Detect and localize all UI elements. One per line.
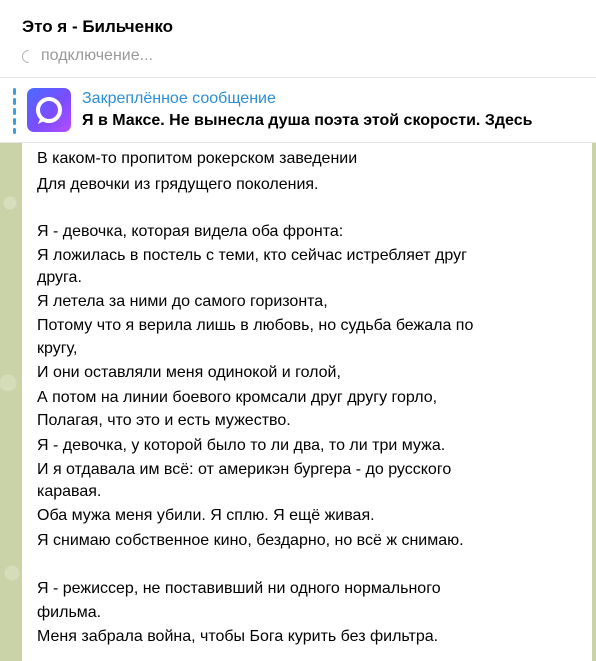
message-line: фильма. bbox=[37, 604, 102, 621]
message-line: Я - девочка, которая видела оба фронта: bbox=[37, 223, 344, 240]
pinned-title: Закреплённое сообщение bbox=[82, 90, 276, 107]
message-line: Я снимаю собственное кино, бездарно, но … bbox=[37, 532, 464, 549]
connection-status: подключение... bbox=[19, 46, 153, 66]
message-line: Я - режиссер, не поставивший ни одного н… bbox=[37, 580, 441, 597]
chat-header[interactable]: Это я - Бильченко подключение... bbox=[0, 0, 596, 78]
message-line: Я - девочка, у которой было то ли два, т… bbox=[37, 437, 446, 454]
message-line: Полагая, что это и есть мужество. bbox=[37, 412, 291, 429]
message-line: Потому что я верила лишь в любовь, но су… bbox=[37, 317, 474, 334]
spinner-icon bbox=[19, 46, 38, 66]
message-line: друга. bbox=[37, 269, 82, 286]
message-line: Для девочки из грядущего поколения. bbox=[37, 176, 319, 193]
message-line: Оба мужа меня убили. Я сплю. Я ещё живая… bbox=[37, 507, 375, 524]
max-app-logo-icon bbox=[27, 88, 71, 132]
message-line: А потом на линии боевого кромсали друг д… bbox=[37, 389, 438, 406]
pinned-text: Я в Максе. Не вынесла душа поэта этой ск… bbox=[82, 112, 533, 129]
chat-area[interactable]: В каком-то пропитом рокерском заведении … bbox=[0, 143, 596, 661]
pinned-message-bar[interactable]: Закреплённое сообщение Я в Максе. Не вын… bbox=[0, 79, 596, 143]
message-line: Я ложилась в постель с теми, кто сейчас … bbox=[37, 247, 467, 264]
message-line: кругу, bbox=[37, 340, 78, 357]
message-line: каравая. bbox=[37, 483, 102, 500]
message-bubble[interactable]: В каком-то пропитом рокерском заведении … bbox=[22, 143, 592, 661]
message-line: И они оставляли меня одинокой и голой, bbox=[37, 364, 341, 381]
message-line: И я отдавала им всё: от америкэн бургера… bbox=[37, 461, 452, 478]
message-line: Меня забрала война, чтобы Бога курить бе… bbox=[37, 628, 439, 645]
connection-status-text: подключение... bbox=[41, 47, 153, 64]
message-line: Я летела за ними до самого горизонта, bbox=[37, 293, 328, 310]
chat-title[interactable]: Это я - Бильченко bbox=[22, 17, 173, 37]
pinned-indicator bbox=[13, 88, 16, 134]
telegram-chat-window: Это я - Бильченко подключение... Закрепл… bbox=[0, 0, 596, 661]
message-line: В каком-то пропитом рокерском заведении bbox=[37, 150, 358, 167]
